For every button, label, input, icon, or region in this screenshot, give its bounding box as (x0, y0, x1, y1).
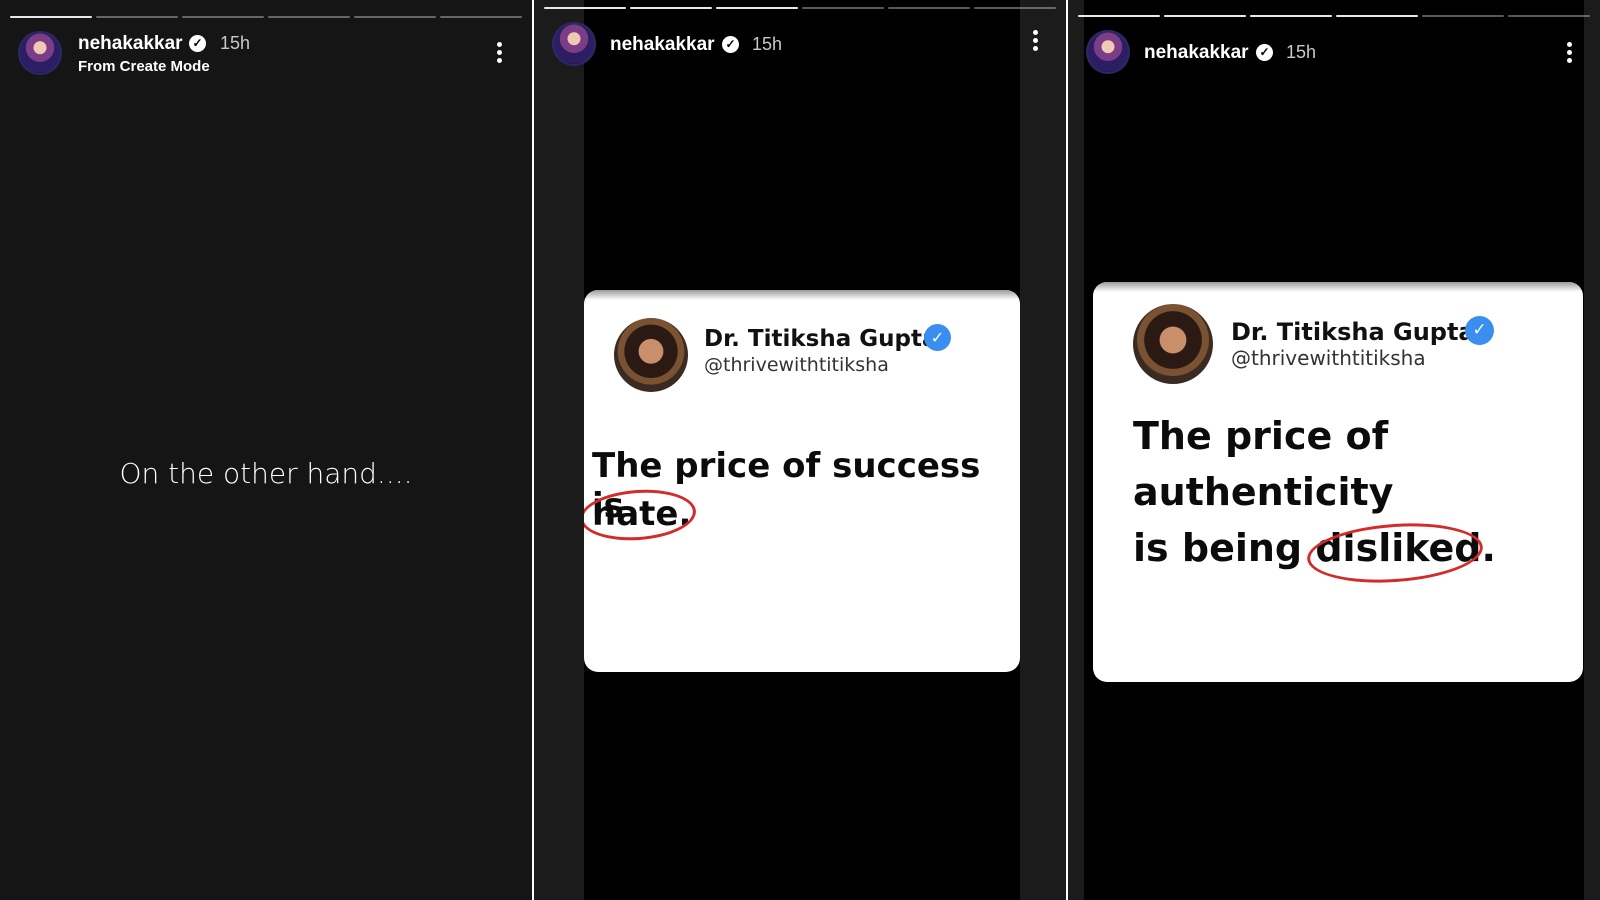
side-strip-right (1020, 0, 1066, 900)
progress-segment (716, 7, 798, 9)
progress-segment (1164, 15, 1246, 17)
progress-segment (544, 7, 626, 9)
story-panel-3: nehakakkar ✓ 15h Dr. Titiksha Gupta ✓ @t… (1068, 0, 1600, 900)
verified-check-icon: ✓ (924, 324, 951, 351)
progress-segment (888, 7, 970, 9)
verified-badge-icon: ✓ (1256, 44, 1273, 61)
progress-segment (1422, 15, 1504, 17)
story-text: On the other hand.... (119, 457, 413, 490)
more-vertical-icon[interactable] (1031, 30, 1039, 56)
progress-segment (630, 7, 712, 9)
progress-segment (802, 7, 884, 9)
quote-circled-word: hate. (584, 486, 698, 544)
story-progress-bar (10, 16, 522, 18)
story-progress-bar (1078, 15, 1590, 17)
progress-segment (182, 16, 264, 18)
progress-segment (1078, 15, 1160, 17)
side-strip-left (534, 0, 584, 900)
author-handle: @thrivewithtitiksha (704, 354, 889, 376)
post-time: 15h (1286, 42, 1317, 62)
author-name: Dr. Titiksha Gupta (704, 326, 938, 352)
author-avatar (1133, 304, 1213, 384)
card-edge (1093, 282, 1583, 292)
progress-segment (974, 7, 1056, 9)
author-handle: @thrivewithtitiksha (1231, 346, 1426, 370)
progress-segment (354, 16, 436, 18)
progress-segment (96, 16, 178, 18)
progress-segment (268, 16, 350, 18)
quote-line: The price of (1133, 414, 1389, 458)
progress-segment (1508, 15, 1590, 17)
username[interactable]: nehakakkar (78, 33, 183, 55)
author-name: Dr. Titiksha Gupta (1231, 318, 1475, 346)
story-subtitle: From Create Mode (78, 58, 210, 75)
progress-segment (1336, 15, 1418, 17)
verified-badge-icon: ✓ (189, 35, 206, 52)
side-strip-right (1584, 0, 1600, 900)
post-time: 15h (220, 33, 251, 53)
profile-avatar[interactable] (552, 22, 596, 66)
more-vertical-icon[interactable] (495, 42, 503, 68)
username[interactable]: nehakakkar (1144, 42, 1249, 64)
quote-line: is being disliked. (1133, 517, 1496, 589)
story-panel-1: nehakakkar ✓ 15h From Create Mode On the… (0, 0, 532, 900)
quote-line: authenticity (1133, 470, 1394, 514)
story-progress-bar (544, 7, 1056, 9)
more-vertical-icon[interactable] (1565, 42, 1573, 68)
profile-avatar[interactable] (18, 31, 62, 75)
verified-check-icon: ✓ (1465, 316, 1494, 345)
progress-segment (10, 16, 92, 18)
progress-segment (440, 16, 522, 18)
quote-card: Dr. Titiksha Gupta ✓ @thrivewithtitiksha… (584, 290, 1020, 672)
quote-line-prefix: is being (1133, 526, 1316, 570)
quote-card: Dr. Titiksha Gupta ✓ @thrivewithtitiksha… (1093, 282, 1583, 682)
post-time: 15h (752, 34, 783, 54)
card-edge (584, 290, 1020, 300)
profile-avatar[interactable] (1086, 30, 1130, 74)
verified-badge-icon: ✓ (722, 36, 739, 53)
side-strip-left (1068, 0, 1084, 900)
author-avatar (614, 318, 688, 392)
story-panel-2: nehakakkar ✓ 15h Dr. Titiksha Gupta ✓ @t… (534, 0, 1066, 900)
progress-segment (1250, 15, 1332, 17)
username[interactable]: nehakakkar (610, 34, 715, 56)
